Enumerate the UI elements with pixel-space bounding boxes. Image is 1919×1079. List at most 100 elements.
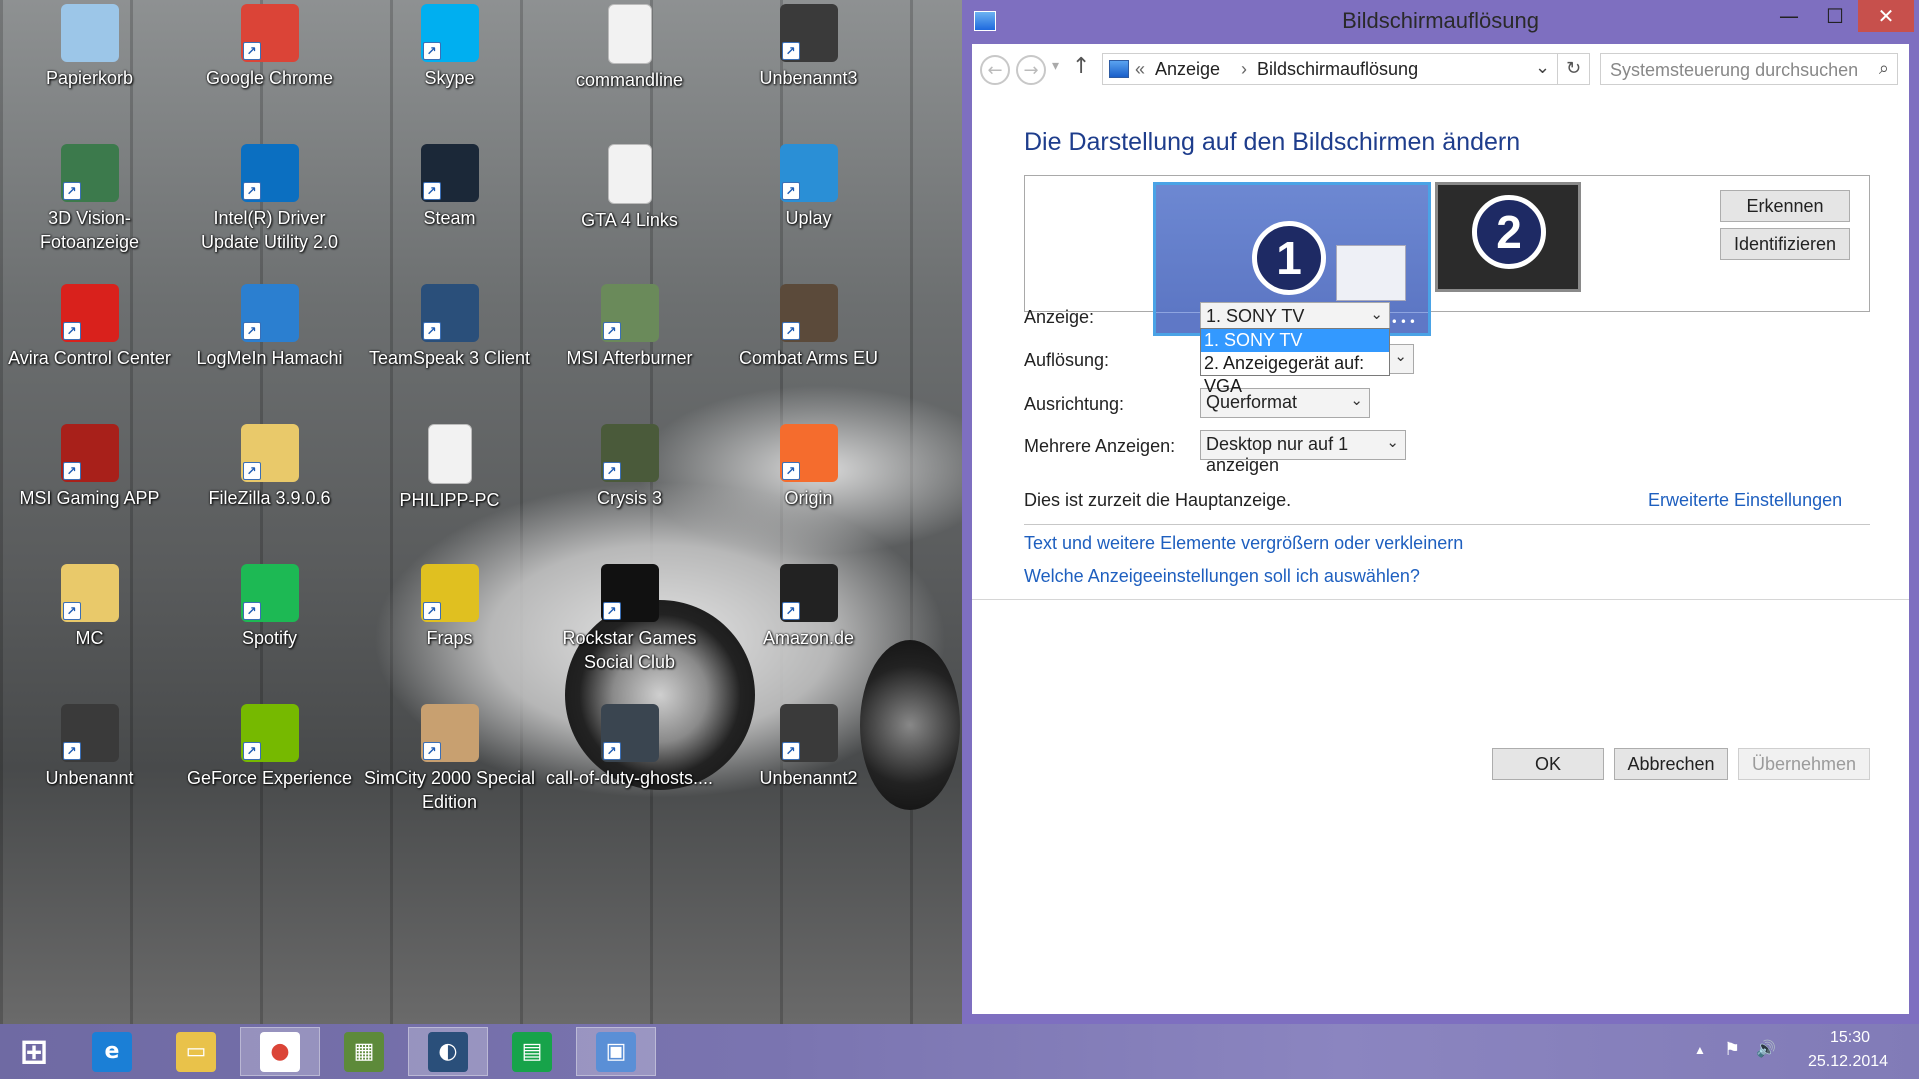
search-input[interactable]: Systemsteuerung durchsuchen ⌕ (1600, 53, 1898, 85)
breadcrumb-bildschirmaufloesung[interactable]: Bildschirmauflösung (1257, 59, 1418, 80)
shortcut-arrow-icon: ↗ (62, 182, 81, 200)
taskbar-store[interactable]: ▤ (492, 1027, 572, 1076)
title-bar[interactable]: Bildschirmauflösung — ☐ ✕ (962, 0, 1919, 44)
shortcut-arrow-icon: ↗ (781, 322, 800, 340)
shortcut-arrow-icon: ↗ (242, 462, 261, 480)
desktop-icon-chrome[interactable]: ↗ Google Chrome (182, 4, 357, 90)
show-hidden-icons-icon[interactable]: ▲ (1694, 1043, 1706, 1057)
address-bar[interactable]: « Anzeige › Bildschirmauflösung ⌄ (1102, 53, 1558, 85)
desktop-icon-uplay[interactable]: ↗ Uplay (721, 144, 896, 230)
document-icon (607, 4, 652, 64)
volume-icon[interactable]: 🔊 (1756, 1039, 1776, 1059)
desktop-icon-afterburner[interactable]: ↗ MSI Afterburner (542, 284, 717, 370)
taskbar-minecraft[interactable]: ▦ (324, 1027, 404, 1076)
desktop-icon-fraps[interactable]: ↗ Fraps (362, 564, 537, 650)
desktop-icon-folder[interactable]: ↗ MC (2, 564, 177, 650)
breadcrumb-anzeige[interactable]: Anzeige (1155, 59, 1220, 80)
identify-button[interactable]: Identifizieren (1720, 228, 1850, 260)
dropdown-option-vga[interactable]: 2. Anzeigegerät auf: VGA (1201, 352, 1389, 396)
desktop-icon-image[interactable]: ↗ call-of-duty-ghosts.... (542, 704, 717, 790)
resolution-label: Auflösung: (1024, 350, 1110, 370)
text-size-link[interactable]: Text und weitere Elemente vergrößern ode… (1024, 533, 1463, 554)
desktop-icon-crysis[interactable]: ↗ Crysis 3 (542, 424, 717, 510)
navigation-bar: ← → ▾ ↑ « Anzeige › Bildschirmauflösung … (972, 44, 1909, 96)
desktop-icon-spotify[interactable]: ↗ Spotify (182, 564, 357, 650)
desktop-icon-document[interactable]: commandline (542, 4, 717, 92)
desktop-icon-avira[interactable]: ↗ Avira Control Center (2, 284, 177, 370)
desktop-icon-label: Crysis 3 (596, 488, 662, 508)
desktop-icon-hamachi[interactable]: ↗ LogMeIn Hamachi (182, 284, 357, 370)
desktop-icon-skype[interactable]: ↗ Skype (362, 4, 537, 90)
taskbar-start[interactable]: ⊞ (0, 1027, 68, 1076)
desktop-icon-recycle-bin[interactable]: Papierkorb (2, 4, 177, 90)
action-center-flag-icon[interactable]: ⚑ (1724, 1039, 1740, 1060)
desktop-icon-3d-vision[interactable]: ↗ 3D Vision-Fotoanzeige (2, 144, 177, 254)
cancel-button[interactable]: Abbrechen (1614, 748, 1728, 780)
desktop-icon-msi-gaming[interactable]: ↗ MSI Gaming APP (2, 424, 177, 510)
desktop-icon-origin[interactable]: ↗ Origin (721, 424, 896, 510)
taskbar-chrome[interactable]: ● (240, 1027, 320, 1076)
shortcut-arrow-icon: ↗ (781, 602, 800, 620)
fraps-icon: ↗ (420, 564, 479, 622)
combat-arms-icon: ↗ (779, 284, 838, 342)
recent-pages-icon[interactable]: ▾ (1052, 58, 1059, 74)
shortcut-arrow-icon: ↗ (602, 322, 621, 340)
taskbar-teamspeak[interactable]: ◐ (408, 1027, 488, 1076)
maximize-button[interactable]: ☐ (1812, 0, 1858, 32)
multiple-displays-select[interactable]: Desktop nur auf 1 anzeigen ⌄ (1200, 430, 1406, 475)
breadcrumb-separator: « (1135, 59, 1146, 79)
desktop-icon-teamspeak[interactable]: ↗ TeamSpeak 3 Client (362, 284, 537, 370)
dropdown-option-sony-tv[interactable]: 1. SONY TV (1201, 329, 1389, 352)
chevron-down-icon[interactable]: ⌄ (1370, 305, 1383, 323)
ok-button[interactable]: OK (1492, 748, 1604, 780)
amazon-icon: ↗ (779, 564, 838, 622)
display-select-value: 1. SONY TV (1206, 306, 1305, 326)
chevron-down-icon[interactable]: ⌄ (1386, 433, 1399, 451)
document-icon (607, 144, 652, 204)
desktop-icon-screenshot[interactable]: ↗ Unbenannt (2, 704, 177, 790)
desktop-icon-folder[interactable]: ↗ FileZilla 3.9.0.6 (182, 424, 357, 510)
advanced-settings-link[interactable]: Erweiterte Einstellungen (1648, 490, 1842, 511)
taskbar-file-explorer[interactable]: ▭ (156, 1027, 236, 1076)
start-screen-icon (1336, 245, 1406, 301)
desktop-icon-label: Skype (424, 68, 475, 88)
chevron-down-icon[interactable]: ⌄ (1394, 347, 1407, 365)
desktop-icon-screenshot[interactable]: ↗ Unbenannt2 (721, 704, 896, 790)
desktop-icon-simcity[interactable]: ↗ SimCity 2000 Special Edition (362, 704, 537, 814)
taskbar-internet-explorer[interactable]: e (72, 1027, 152, 1076)
origin-icon: ↗ (779, 424, 838, 482)
address-dropdown-icon[interactable]: ⌄ (1535, 57, 1550, 78)
desktop-icon-amazon[interactable]: ↗ Amazon.de (721, 564, 896, 650)
desktop-icon-label: Intel(R) Driver Update Utility 2.0 (200, 208, 339, 252)
refresh-icon[interactable]: ↻ (1558, 53, 1590, 85)
start-icon: ⊞ (19, 1031, 49, 1072)
clock-date[interactable]: 25.12.2014 (1808, 1053, 1888, 1071)
breadcrumb-arrow-icon[interactable]: › (1241, 59, 1247, 80)
store-icon: ▤ (512, 1031, 552, 1072)
taskbar-display-settings[interactable]: ▣ (576, 1027, 656, 1076)
shortcut-arrow-icon: ↗ (62, 742, 81, 760)
forward-arrow-icon[interactable]: → (1016, 55, 1046, 85)
chevron-down-icon[interactable]: ⌄ (1350, 391, 1363, 409)
clock-time[interactable]: 15:30 (1830, 1029, 1870, 1047)
desktop-icon-document[interactable]: PHILIPP-PC (362, 424, 537, 512)
desktop-icon-combat-arms[interactable]: ↗ Combat Arms EU (721, 284, 896, 370)
detect-button[interactable]: Erkennen (1720, 190, 1850, 222)
internet-explorer-icon: e (92, 1031, 132, 1072)
which-settings-link[interactable]: Welche Anzeigeeinstellungen soll ich aus… (1024, 566, 1420, 587)
desktop-icon-screenshot[interactable]: ↗ Unbenannt3 (721, 4, 896, 90)
monitor-2-tile[interactable]: 2 (1435, 182, 1581, 292)
search-icon[interactable]: ⌕ (1879, 58, 1889, 79)
back-arrow-icon[interactable]: ← (980, 55, 1010, 85)
desktop-icon-intel[interactable]: ↗ Intel(R) Driver Update Utility 2.0 (182, 144, 357, 254)
close-button[interactable]: ✕ (1858, 0, 1914, 32)
desktop-icon-steam[interactable]: ↗ Steam (362, 144, 537, 230)
desktop-icon-document[interactable]: GTA 4 Links (542, 144, 717, 232)
minimize-button[interactable]: — (1766, 0, 1812, 32)
up-arrow-icon[interactable]: ↑ (1072, 54, 1090, 79)
desktop-icon-geforce[interactable]: ↗ GeForce Experience (182, 704, 357, 790)
shortcut-arrow-icon: ↗ (422, 742, 441, 760)
desktop-icon-label: FileZilla 3.9.0.6 (208, 488, 331, 508)
apply-button[interactable]: Übernehmen (1738, 748, 1870, 780)
desktop-icon-rockstar[interactable]: ↗ Rockstar Games Social Club (542, 564, 717, 674)
